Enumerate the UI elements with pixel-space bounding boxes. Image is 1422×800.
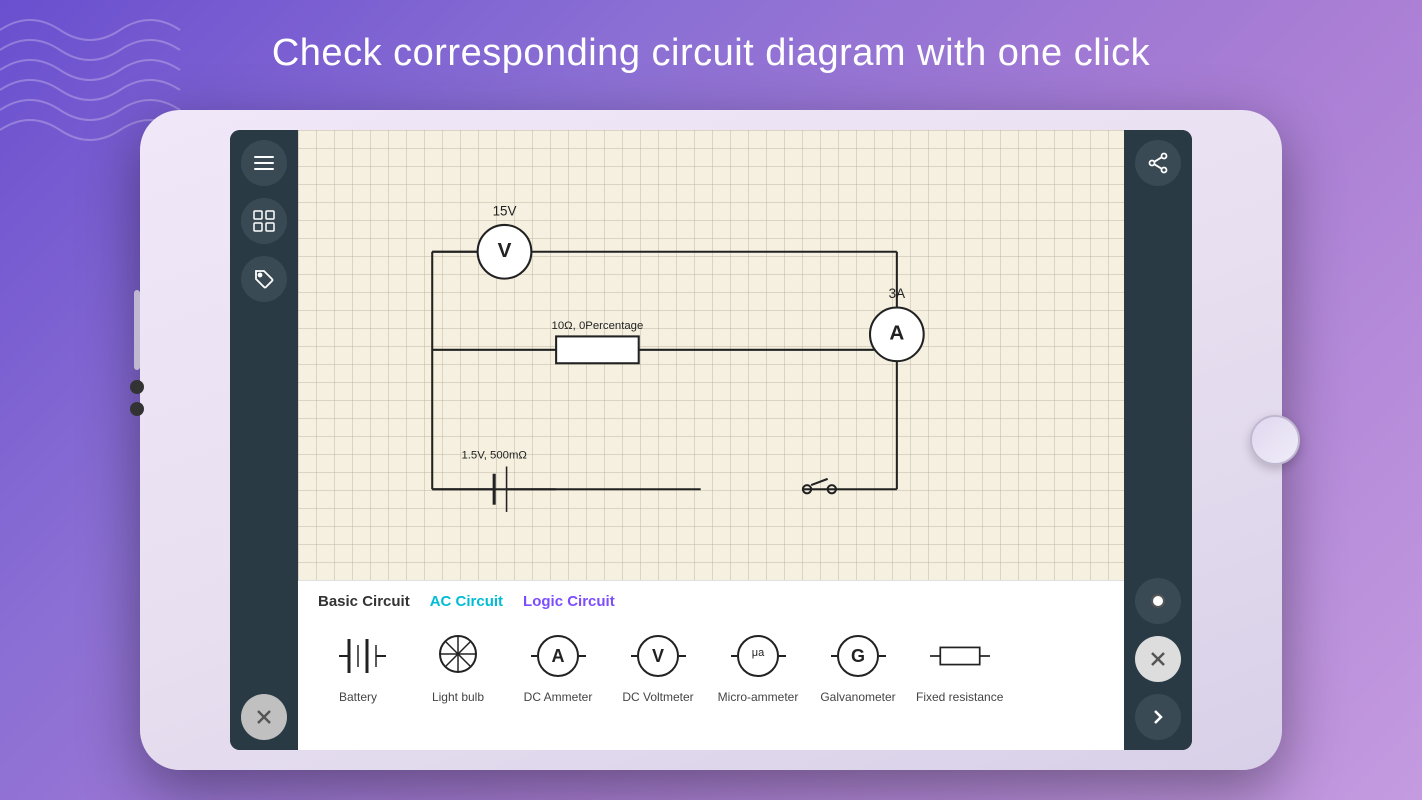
- tab-logic-circuit[interactable]: Logic Circuit: [523, 593, 615, 610]
- tablet-frame: V 15V A 3A 10Ω, 0Percentage: [140, 110, 1282, 770]
- tablet-left-buttons: [134, 290, 144, 424]
- tag-icon: [253, 268, 275, 290]
- ammeter-label: DC Ammeter: [524, 690, 593, 704]
- lightbulb-icon: [428, 626, 488, 686]
- main-content: V 15V A 3A 10Ω, 0Percentage: [298, 130, 1124, 750]
- share-button[interactable]: [1135, 140, 1181, 186]
- grid-button[interactable]: [241, 198, 287, 244]
- svg-text:A: A: [551, 646, 564, 666]
- ammeter-icon: A: [528, 626, 588, 686]
- bottom-panel: Basic Circuit AC Circuit Logic Circuit: [298, 580, 1124, 750]
- microammeter-label: Micro-ammeter: [718, 690, 799, 704]
- microammeter-icon: μa: [728, 626, 788, 686]
- svg-text:μa: μa: [751, 647, 764, 659]
- tag-button[interactable]: [241, 256, 287, 302]
- voltmeter-icon: V: [628, 626, 688, 686]
- close-button-right[interactable]: [1135, 636, 1181, 682]
- home-button[interactable]: [1250, 415, 1300, 465]
- grid-icon: [253, 210, 275, 232]
- x-icon: [1149, 650, 1167, 668]
- menu-button[interactable]: [241, 140, 287, 186]
- svg-text:3A: 3A: [889, 286, 905, 301]
- component-micro-ammeter[interactable]: μa Micro-ammeter: [708, 622, 808, 708]
- component-dc-voltmeter[interactable]: V DC Voltmeter: [608, 622, 708, 708]
- resistor-label: Fixed resistance: [916, 690, 1003, 704]
- screen: V 15V A 3A 10Ω, 0Percentage: [230, 130, 1192, 750]
- svg-text:V: V: [498, 239, 512, 262]
- svg-text:V: V: [651, 646, 663, 666]
- circuit-diagram: V 15V A 3A 10Ω, 0Percentage: [298, 130, 1124, 580]
- lightbulb-label: Light bulb: [432, 690, 484, 704]
- svg-text:G: G: [850, 646, 864, 666]
- close-icon: [255, 708, 273, 726]
- tab-basic-circuit[interactable]: Basic Circuit: [318, 593, 410, 610]
- svg-text:15V: 15V: [493, 204, 517, 219]
- component-light-bulb[interactable]: Light bulb: [408, 622, 508, 708]
- circuit-area[interactable]: V 15V A 3A 10Ω, 0Percentage: [298, 130, 1124, 580]
- mic-dot: [130, 402, 144, 416]
- resistor-icon: [930, 626, 990, 686]
- hamburger-icon: [254, 156, 274, 170]
- pencil-icon: [1147, 590, 1169, 612]
- svg-text:1.5V, 500mΩ: 1.5V, 500mΩ: [461, 449, 526, 461]
- battery-icon: [328, 626, 388, 686]
- chevron-right-icon: [1149, 708, 1167, 726]
- battery-label: Battery: [339, 690, 377, 704]
- volume-up-button[interactable]: [134, 290, 140, 370]
- components-row: Battery: [298, 618, 1124, 712]
- circuit-tabs: Basic Circuit AC Circuit Logic Circuit: [298, 581, 1124, 618]
- pencil-button[interactable]: [1135, 578, 1181, 624]
- next-button[interactable]: [1135, 694, 1181, 740]
- close-button-left[interactable]: [241, 694, 287, 740]
- component-dc-ammeter[interactable]: A DC Ammeter: [508, 622, 608, 708]
- component-fixed-resistance[interactable]: Fixed resistance: [908, 622, 1011, 708]
- component-battery[interactable]: Battery: [308, 622, 408, 708]
- tab-ac-circuit[interactable]: AC Circuit: [430, 593, 503, 610]
- left-toolbar: [230, 130, 298, 750]
- component-galvanometer[interactable]: G Galvanometer: [808, 622, 908, 708]
- svg-text:A: A: [889, 322, 904, 345]
- right-toolbar: [1124, 130, 1192, 750]
- voltmeter-label: DC Voltmeter: [622, 690, 693, 704]
- galvanometer-label: Galvanometer: [820, 690, 895, 704]
- svg-text:10Ω, 0Percentage: 10Ω, 0Percentage: [552, 320, 644, 332]
- camera-dot: [130, 380, 144, 394]
- share-icon: [1147, 152, 1169, 174]
- page-title: Check corresponding circuit diagram with…: [0, 32, 1422, 75]
- galvanometer-icon: G: [828, 626, 888, 686]
